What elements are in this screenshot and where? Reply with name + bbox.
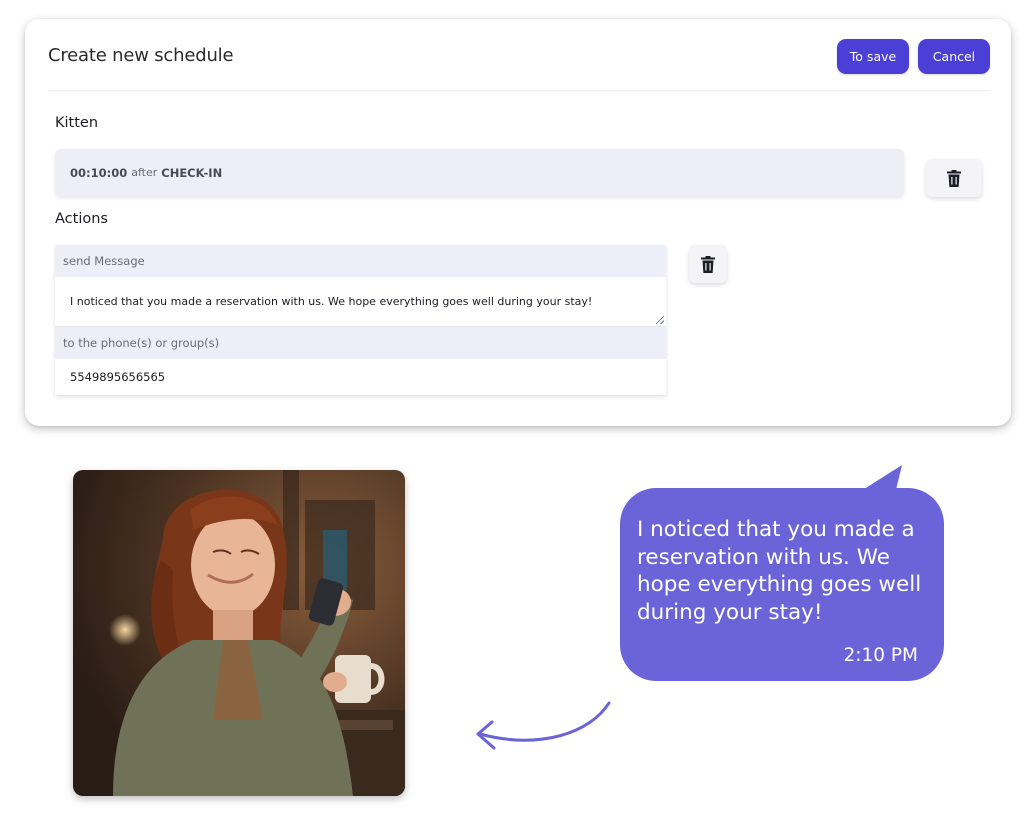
bubble-timestamp: 2:10 PM [843, 645, 918, 666]
trash-icon [701, 255, 715, 273]
recipients-label: to the phone(s) or group(s) [55, 327, 666, 359]
trigger-field[interactable]: 00:10:00 after CHECK-IN [55, 149, 904, 196]
woman-with-phone-photo [73, 470, 405, 796]
page-title: Create new schedule [48, 45, 234, 66]
trash-icon [947, 169, 961, 187]
action-item: send Message I noticed that you made a r… [55, 245, 666, 395]
schedule-card: Create new schedule To save Cancel Kitte… [25, 19, 1011, 426]
trigger-event: CHECK-IN [161, 165, 223, 180]
action-type-label: send Message [55, 245, 666, 277]
delete-action-button[interactable] [689, 245, 727, 283]
delete-trigger-button[interactable] [926, 159, 982, 197]
bubble-message: I noticed that you made a reservation wi… [637, 517, 922, 625]
cancel-button[interactable]: Cancel [918, 39, 990, 74]
trigger-time: 00:10:00 [70, 165, 128, 180]
trigger-relation: after [131, 166, 158, 179]
actions-section-label: Actions [55, 211, 108, 227]
save-button[interactable]: To save [837, 39, 909, 74]
recipients-input[interactable]: 5549895656565 [55, 359, 666, 395]
resize-handle[interactable] [656, 316, 664, 324]
header-divider [48, 90, 989, 91]
message-text: I noticed that you made a reservation wi… [70, 295, 593, 308]
chat-bubble: I noticed that you made a reservation wi… [620, 488, 944, 681]
trigger-section-label: Kitten [55, 115, 99, 131]
message-textarea[interactable]: I noticed that you made a reservation wi… [55, 277, 666, 327]
curved-arrow-icon [476, 701, 611, 750]
